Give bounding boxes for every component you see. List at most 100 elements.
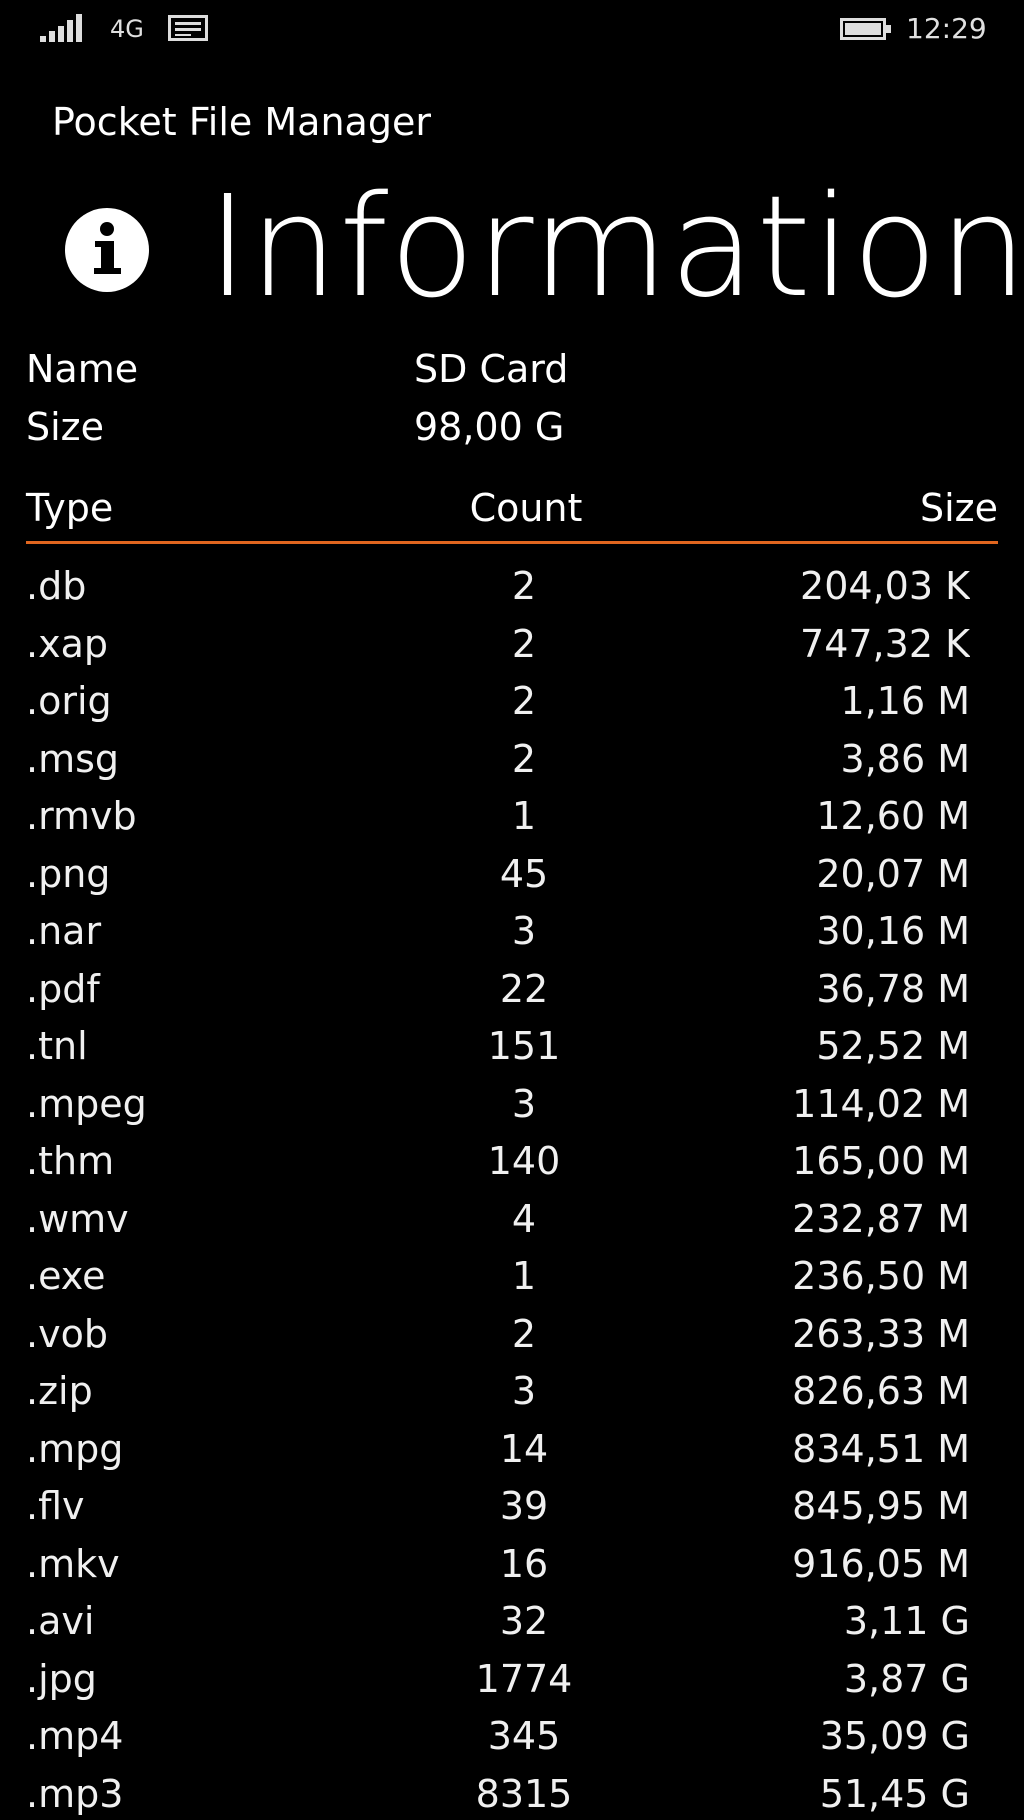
table-row[interactable]: .wmv 4 232,87 M xyxy=(26,1191,970,1249)
size-value: 98,00 G xyxy=(414,405,565,449)
table-row[interactable]: .mkv 16 916,05 M xyxy=(26,1536,970,1594)
row-type: .mpg xyxy=(26,1426,124,1471)
table-row[interactable]: .flv 39 845,95 M xyxy=(26,1478,970,1536)
battery-icon xyxy=(840,18,891,40)
row-type: .thm xyxy=(26,1139,115,1183)
table-row[interactable]: .orig 2 1,16 M xyxy=(26,673,970,731)
name-value: SD Card xyxy=(414,347,569,391)
row-size: 826,63 M xyxy=(792,1369,970,1413)
row-size: 747,32 K xyxy=(800,621,970,666)
info-icon xyxy=(65,208,149,292)
table-row[interactable]: .pdf 22 36,78 M xyxy=(26,961,970,1019)
row-size: 204,03 K xyxy=(800,564,970,608)
header-divider xyxy=(26,541,998,544)
row-count: 32 xyxy=(499,1599,549,1643)
row-count: 45 xyxy=(499,851,549,896)
row-count: 22 xyxy=(499,966,549,1011)
row-count: 3 xyxy=(511,909,537,953)
file-type-list: .db 2 204,03 K .xap 2 747,32 K .orig 2 1,16 M .ms… xyxy=(26,558,970,1820)
row-count: 2 xyxy=(511,736,537,781)
table-header: Type Count Size xyxy=(26,480,998,536)
row-count: 1 xyxy=(511,1254,537,1298)
table-row[interactable]: .thm 140 165,00 M xyxy=(26,1133,970,1191)
row-type: .exe xyxy=(26,1254,106,1298)
row-size: 12,60 M xyxy=(816,794,970,838)
row-type: .png xyxy=(26,851,111,896)
row-type: .vob xyxy=(26,1311,108,1356)
row-count: 140 xyxy=(487,1139,561,1183)
table-row[interactable]: .exe 1 236,50 M xyxy=(26,1248,970,1306)
row-type: .xap xyxy=(26,621,108,666)
row-type: .rmvb xyxy=(26,794,137,838)
table-row[interactable]: .zip 3 826,63 M xyxy=(26,1363,970,1421)
row-size: 36,78 M xyxy=(816,966,970,1011)
row-type: .msg xyxy=(26,736,120,781)
table-row[interactable]: .tnl 151 52,52 M xyxy=(26,1018,970,1076)
size-label: Size xyxy=(26,405,105,449)
row-count: 2 xyxy=(511,1311,537,1356)
table-row[interactable]: .png 45 20,07 M xyxy=(26,846,970,904)
row-count: 3 xyxy=(511,1081,537,1126)
info-name-row: Name SD Card xyxy=(26,344,996,394)
row-count: 2 xyxy=(511,564,537,608)
row-count: 4 xyxy=(511,1196,537,1241)
row-type: .tnl xyxy=(26,1024,88,1068)
row-type: .mpeg xyxy=(26,1081,147,1126)
row-type: .nar xyxy=(26,909,102,953)
row-size: 834,51 M xyxy=(792,1426,970,1471)
table-row[interactable]: .mp4 345 35,09 G xyxy=(26,1708,970,1766)
row-type: .db xyxy=(26,564,87,608)
table-row[interactable]: .db 2 204,03 K xyxy=(26,558,970,616)
row-count: 345 xyxy=(487,1714,561,1758)
row-size: 30,16 M xyxy=(816,909,970,953)
table-row[interactable]: .mp3 8315 51,45 G xyxy=(26,1766,970,1820)
row-count: 8315 xyxy=(475,1771,573,1816)
row-count: 1774 xyxy=(475,1656,573,1701)
row-size: 263,33 M xyxy=(792,1311,970,1356)
table-row[interactable]: .msg 2 3,86 M xyxy=(26,731,970,789)
table-row[interactable]: .jpg 1774 3,87 G xyxy=(26,1651,970,1709)
row-count: 1 xyxy=(511,794,537,838)
row-size: 1,16 M xyxy=(840,679,970,723)
table-row[interactable]: .mpg 14 834,51 M xyxy=(26,1421,970,1479)
row-size: 3,86 M xyxy=(840,736,970,781)
row-size: 35,09 G xyxy=(819,1714,970,1758)
row-count: 3 xyxy=(511,1369,537,1413)
row-type: .mp3 xyxy=(26,1771,124,1816)
row-size: 916,05 M xyxy=(792,1541,970,1586)
row-size: 3,11 G xyxy=(843,1599,970,1643)
info-size-row: Size 98,00 G xyxy=(26,402,996,452)
app-title: Pocket File Manager xyxy=(52,100,431,144)
row-type: .mkv xyxy=(26,1541,120,1586)
row-type: .avi xyxy=(26,1599,95,1643)
row-type: .flv xyxy=(26,1484,85,1528)
row-type: .zip xyxy=(26,1369,93,1413)
name-label: Name xyxy=(26,347,139,391)
row-size: 51,45 G xyxy=(819,1771,970,1816)
signal-strength-icon xyxy=(40,14,82,42)
row-count: 2 xyxy=(511,679,537,723)
table-row[interactable]: .xap 2 747,32 K xyxy=(26,616,970,674)
row-size: 165,00 M xyxy=(792,1139,970,1183)
row-size: 236,50 M xyxy=(792,1254,970,1298)
row-size: 52,52 M xyxy=(816,1024,970,1068)
row-count: 14 xyxy=(499,1426,549,1471)
table-row[interactable]: .mpeg 3 114,02 M xyxy=(26,1076,970,1134)
table-row[interactable]: .rmvb 1 12,60 M xyxy=(26,788,970,846)
clock: 12:29 xyxy=(906,12,987,45)
row-type: .wmv xyxy=(26,1196,129,1241)
row-size: 845,95 M xyxy=(792,1484,970,1528)
column-header-count[interactable]: Count xyxy=(426,480,626,536)
column-header-size[interactable]: Size xyxy=(920,480,998,536)
network-type: 4G xyxy=(110,15,144,43)
table-row[interactable]: .avi 32 3,11 G xyxy=(26,1593,970,1651)
table-row[interactable]: .nar 3 30,16 M xyxy=(26,903,970,961)
table-row[interactable]: .vob 2 263,33 M xyxy=(26,1306,970,1364)
row-count: 151 xyxy=(487,1024,561,1068)
row-size: 232,87 M xyxy=(792,1196,970,1241)
status-bar: 4G 12:29 xyxy=(0,0,1024,60)
row-count: 2 xyxy=(511,621,537,666)
row-type: .pdf xyxy=(26,966,100,1011)
row-count: 39 xyxy=(499,1484,549,1528)
column-header-type[interactable]: Type xyxy=(26,480,113,536)
